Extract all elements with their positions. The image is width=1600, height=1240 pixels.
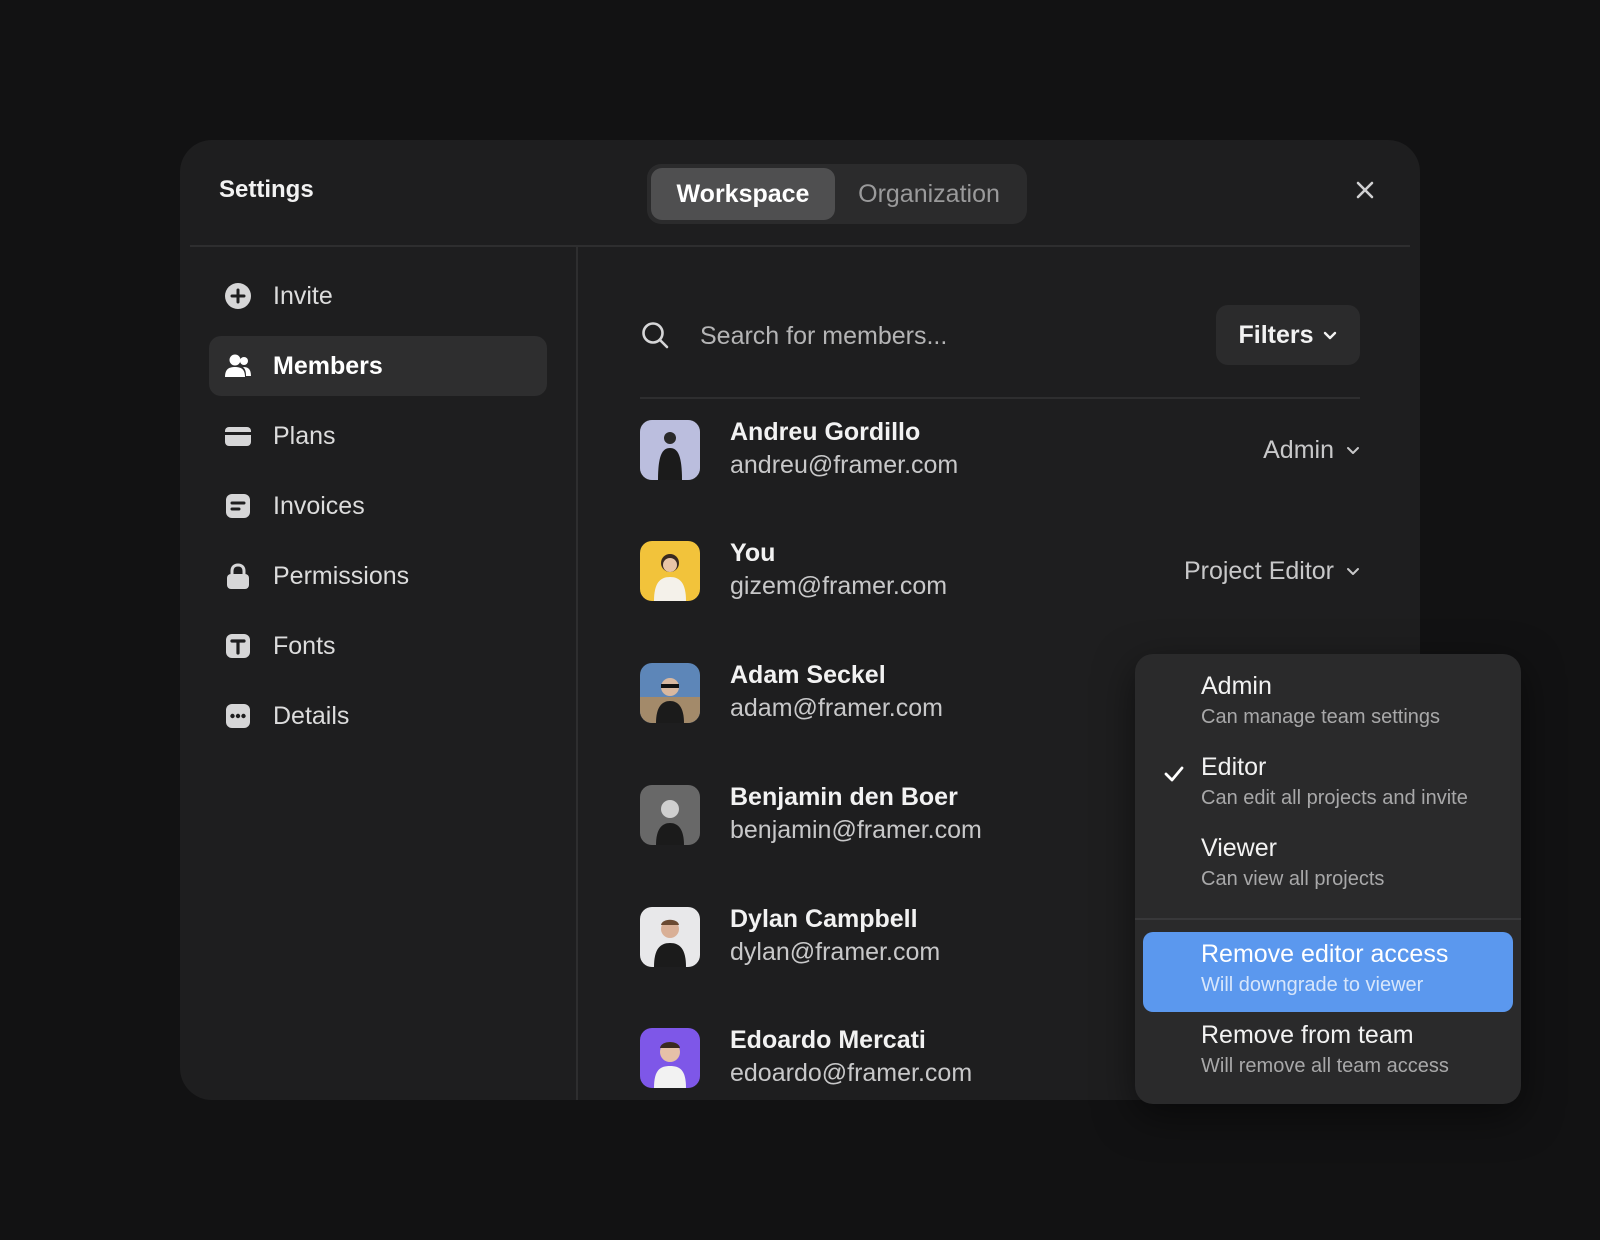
member-email: gizem@framer.com [730, 572, 948, 600]
chevron-down-icon [1347, 447, 1359, 454]
sidebar-item-label: Permissions [273, 561, 410, 590]
option-subtitle: Will remove all team access [1201, 1055, 1449, 1077]
role-option-admin[interactable]: Admin Can manage team settings [1143, 664, 1513, 744]
avatar [640, 420, 700, 480]
settings-title: Settings [219, 176, 314, 203]
checkmark-icon [1164, 766, 1184, 782]
sidebar-item-label: Plans [273, 421, 336, 450]
sidebar-item-plans[interactable]: Plans [209, 406, 547, 466]
sidebar-item-fonts[interactable]: Fonts [209, 616, 547, 676]
option-subtitle: Will downgrade to viewer [1201, 974, 1424, 996]
role-option-viewer[interactable]: Viewer Can view all projects [1143, 826, 1513, 906]
role-option-editor[interactable]: Editor Can edit all projects and invite [1143, 745, 1513, 825]
sidebar-item-permissions[interactable]: Permissions [209, 546, 547, 606]
option-title: Editor [1201, 753, 1267, 781]
avatar [640, 907, 700, 967]
plus-circle-icon [225, 283, 251, 309]
sidebar-item-label: Details [273, 701, 350, 730]
search-input[interactable] [700, 313, 1180, 359]
close-button[interactable] [1353, 178, 1377, 202]
filters-label: Filters [1238, 320, 1314, 349]
settings-header: Settings Workspace Organization [180, 140, 1420, 246]
option-title: Remove from team [1201, 1021, 1414, 1049]
avatar [640, 1028, 700, 1088]
member-name: You [730, 539, 776, 567]
sidebar-item-invite[interactable]: Invite [209, 266, 547, 326]
tab-organization[interactable]: Organization [835, 168, 1023, 220]
sidebar-item-label: Fonts [273, 631, 336, 660]
avatar [640, 785, 700, 845]
member-name: Edoardo Mercati [730, 1026, 926, 1054]
role-select[interactable]: Project Editor [1184, 556, 1360, 586]
sidebar-item-invoices[interactable]: Invoices [209, 476, 547, 536]
role-label: Admin [1263, 435, 1334, 464]
close-icon [1356, 181, 1374, 199]
lock-icon [227, 563, 249, 589]
option-subtitle: Can edit all projects and invite [1201, 787, 1468, 809]
option-subtitle: Can manage team settings [1201, 706, 1441, 728]
option-subtitle: Can view all projects [1201, 868, 1385, 890]
chevron-down-icon [1323, 331, 1336, 340]
avatar [640, 663, 700, 723]
member-name: Dylan Campbell [730, 905, 918, 933]
role-dropdown-menu: Admin Can manage team settings Editor Ca… [1135, 654, 1521, 1104]
member-email: benjamin@framer.com [730, 816, 982, 844]
member-row[interactable]: You gizem@framer.com Project Editor [640, 539, 1360, 609]
option-title: Admin [1201, 672, 1272, 700]
member-row[interactable]: Andreu Gordillo andreu@framer.com Admin [640, 418, 1360, 488]
member-name: Andreu Gordillo [730, 418, 921, 446]
sidebar-item-label: Members [273, 351, 383, 380]
member-email: dylan@framer.com [730, 938, 941, 966]
filters-button[interactable]: Filters [1216, 305, 1360, 365]
users-icon [225, 354, 251, 377]
member-name: Adam Seckel [730, 661, 886, 689]
tab-workspace[interactable]: Workspace [651, 168, 835, 220]
font-icon [226, 634, 250, 658]
avatar [640, 541, 700, 601]
sidebar-item-label: Invite [273, 281, 333, 310]
sidebar-item-label: Invoices [273, 491, 365, 520]
member-email: edoardo@framer.com [730, 1059, 973, 1087]
more-icon [226, 704, 250, 728]
role-label: Project Editor [1183, 556, 1334, 585]
list-divider [640, 397, 1360, 399]
remove-editor-access-item[interactable]: Remove editor access Will downgrade to v… [1143, 932, 1513, 1012]
search-bar: Filters [640, 305, 1360, 367]
role-select[interactable]: Admin [1263, 435, 1360, 465]
member-name: Benjamin den Boer [730, 783, 958, 811]
option-title: Viewer [1201, 834, 1277, 862]
scope-tabs: Workspace Organization [647, 164, 1027, 224]
member-email: andreu@framer.com [730, 451, 959, 479]
member-email: adam@framer.com [730, 694, 943, 722]
option-title: Remove editor access [1201, 940, 1449, 968]
chevron-down-icon [1347, 568, 1359, 575]
menu-divider [1135, 918, 1521, 920]
sidebar-item-members[interactable]: Members [209, 336, 547, 396]
search-icon [642, 322, 669, 349]
credit-card-icon [225, 427, 251, 446]
document-icon [226, 494, 250, 518]
sidebar-item-details[interactable]: Details [209, 686, 547, 746]
remove-from-team-item[interactable]: Remove from team Will remove all team ac… [1143, 1013, 1513, 1093]
settings-sidebar: Invite Members Plans Invoices Permission… [180, 247, 578, 1100]
